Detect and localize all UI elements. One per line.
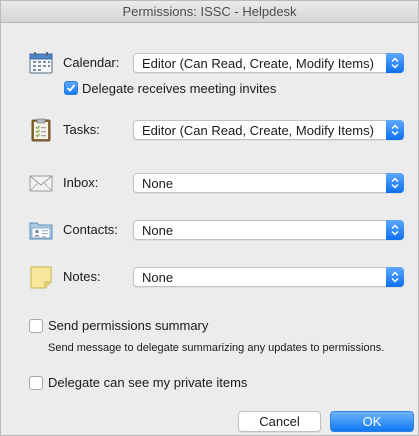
chevron-up-down-icon (386, 53, 404, 73)
contacts-label: Contacts: (63, 222, 118, 237)
contact-card-icon (28, 218, 54, 242)
tasks-permission-value: Editor (Can Read, Create, Modify Items) (142, 123, 374, 138)
calendar-row: Calendar: Editor (Can Read, Create, Modi… (1, 51, 418, 75)
title-bar[interactable]: Permissions: ISSC - Helpdesk (1, 1, 418, 23)
tasks-row: Tasks: Editor (Can Read, Create, Modify … (1, 118, 418, 142)
inbox-permission-value: None (142, 176, 174, 191)
notes-row: Notes: None (1, 265, 418, 289)
contacts-permission-value: None (142, 223, 174, 238)
inbox-permission-select[interactable]: None (133, 173, 404, 193)
permissions-dialog: Permissions: ISSC - Helpdesk Calendar: E… (0, 0, 419, 436)
private-items-label: Delegate can see my private items (48, 375, 248, 390)
inbox-row: Inbox: None (1, 171, 418, 195)
chevron-up-down-icon (386, 120, 404, 140)
calendar-permission-value: Editor (Can Read, Create, Modify Items) (142, 56, 374, 71)
clipboard-icon (28, 118, 54, 142)
notes-permission-value: None (142, 270, 174, 285)
private-items-checkbox[interactable] (29, 376, 43, 390)
calendar-label: Calendar: (63, 55, 120, 70)
send-summary-label: Send permissions summary (48, 318, 209, 333)
chevron-up-down-icon (386, 173, 404, 193)
calendar-permission-select[interactable]: Editor (Can Read, Create, Modify Items) (133, 53, 404, 73)
send-summary-help-text: Send message to delegate summarizing any… (48, 342, 385, 354)
meeting-invites-label: Delegate receives meeting invites (82, 81, 277, 96)
chevron-up-down-icon (386, 220, 404, 240)
tasks-label: Tasks: (63, 122, 100, 137)
notes-label: Notes: (63, 269, 101, 284)
tasks-permission-select[interactable]: Editor (Can Read, Create, Modify Items) (133, 120, 404, 140)
inbox-label: Inbox: (63, 175, 99, 190)
meeting-invites-checkbox[interactable] (64, 81, 78, 95)
send-summary-checkbox[interactable] (29, 319, 43, 333)
window-title: Permissions: ISSC - Helpdesk (122, 4, 297, 19)
notes-permission-select[interactable]: None (133, 267, 404, 287)
note-icon (28, 265, 54, 289)
ok-button[interactable]: OK (330, 411, 414, 432)
envelope-icon (28, 171, 54, 195)
calendar-icon (28, 51, 54, 75)
contacts-row: Contacts: None (1, 218, 418, 242)
contacts-permission-select[interactable]: None (133, 220, 404, 240)
cancel-button[interactable]: Cancel (238, 411, 321, 432)
chevron-up-down-icon (386, 267, 404, 287)
